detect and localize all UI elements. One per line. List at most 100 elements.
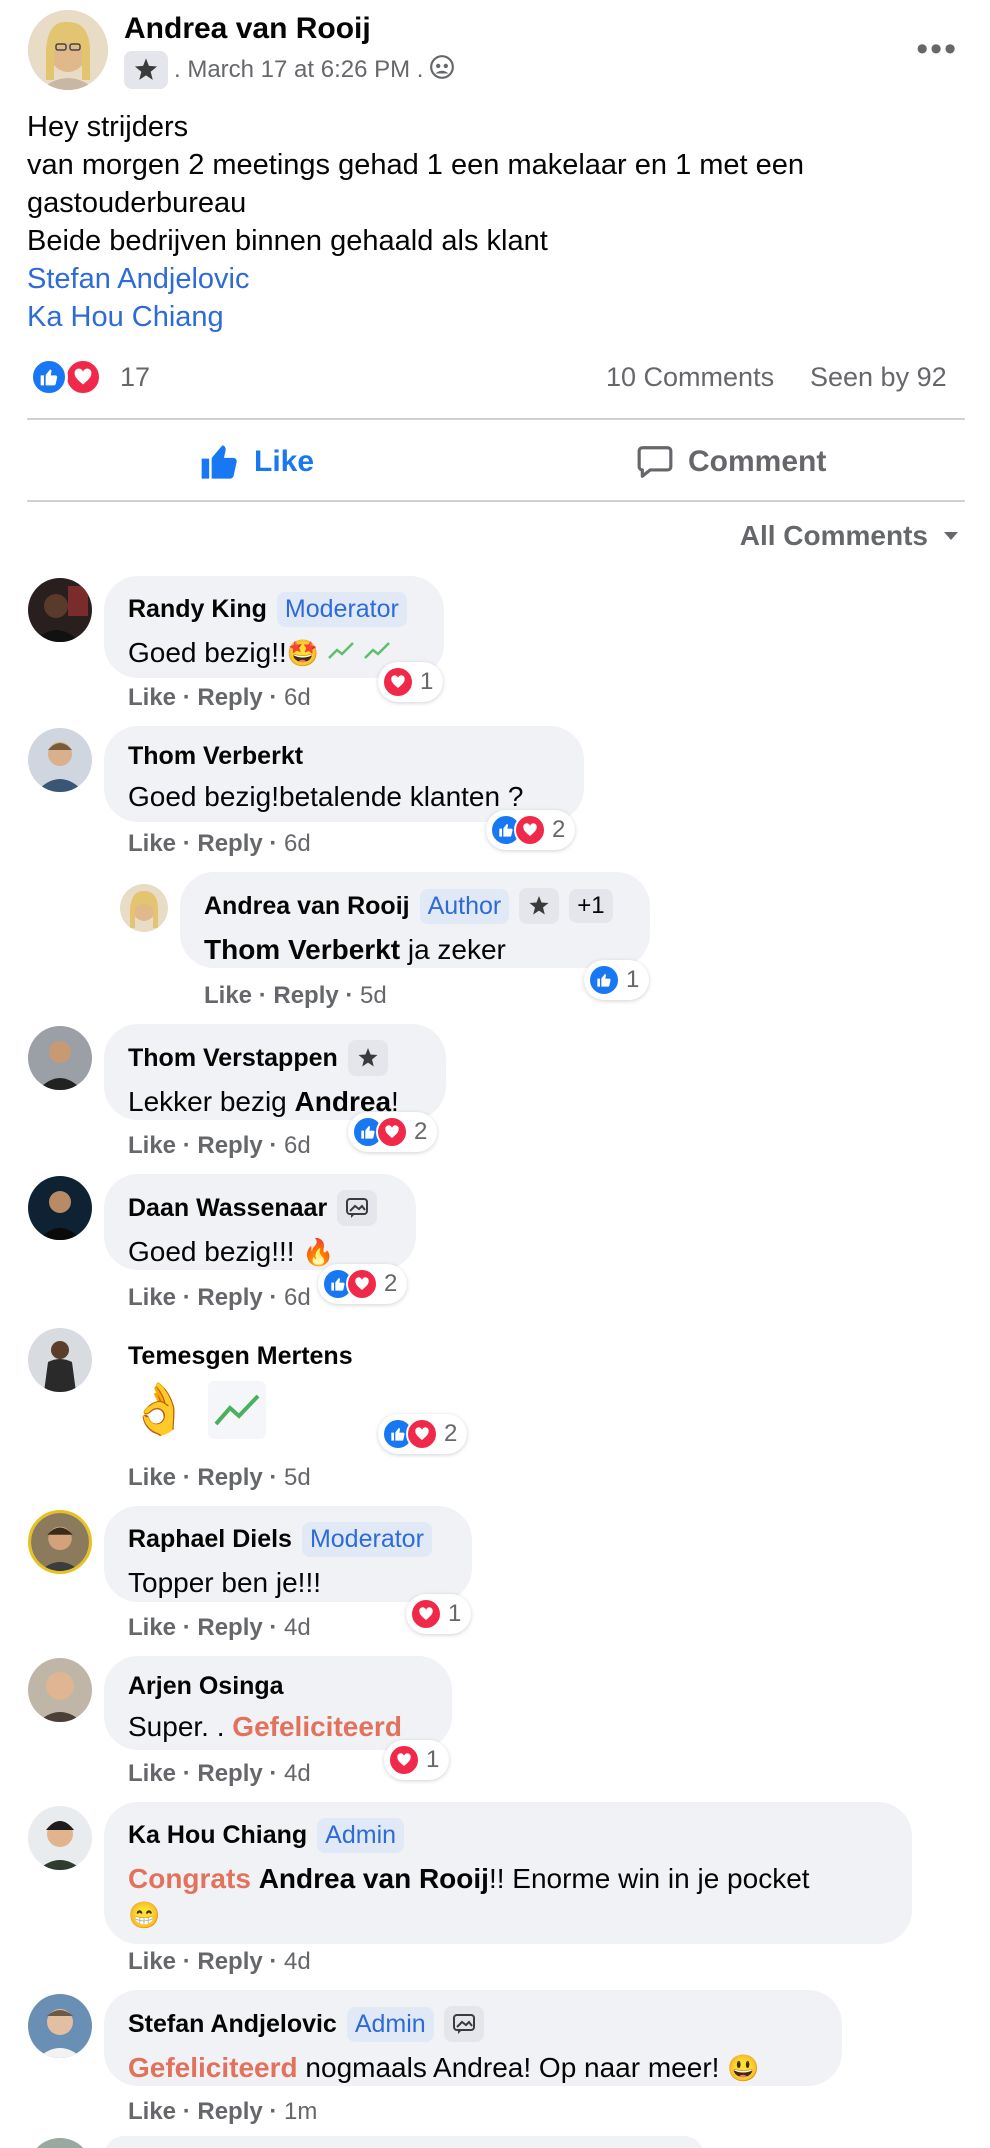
post-mention-link[interactable]: Ka Hou Chiang [27, 298, 957, 336]
comment-header: Arjen Osinga [128, 1672, 284, 1701]
commenter-name[interactable]: Thom Verberkt [128, 742, 303, 771]
post-timestamp[interactable]: . March 17 at 6:26 PM . [174, 56, 423, 84]
comment-reaction-count: 1 [626, 966, 640, 993]
reaction-count[interactable]: 17 [120, 362, 150, 393]
comment-like-link[interactable]: Like [128, 1132, 176, 1159]
comment-time[interactable]: 4d [284, 1614, 311, 1641]
comment-reaction-count: 1 [448, 1600, 462, 1627]
comment-time[interactable]: 5d [284, 1464, 311, 1491]
comment-reactions[interactable]: 1 [378, 662, 444, 702]
comment-bubble: Ka Hou Chiang Admin Congrats Andrea van … [104, 1802, 912, 1944]
comment-reactions[interactable]: 2 [348, 1112, 438, 1152]
commenter-name[interactable]: Arjen Osinga [128, 1672, 284, 1701]
comment-header: Stefan Andjelovic Admin [128, 2006, 484, 2042]
comment-time[interactable]: 4d [284, 1948, 311, 1975]
commenter-avatar[interactable] [28, 1658, 92, 1722]
seen-by-count[interactable]: Seen by 92 [810, 362, 947, 393]
comment-reply-link[interactable]: Reply [273, 982, 338, 1009]
comment-mention[interactable]: Thom Verberkt [204, 934, 400, 965]
commenter-avatar[interactable] [28, 578, 92, 642]
comment-reply-link[interactable]: Reply [197, 1948, 262, 1975]
commenter-name[interactable]: Andrea van Rooij [204, 892, 410, 921]
community-badge-icon[interactable] [124, 51, 168, 89]
commenter-name[interactable]: Raphael Diels [128, 1525, 292, 1554]
commenter-avatar[interactable] [28, 1806, 92, 1870]
post-reactions-summary[interactable]: 17 10 Comments Seen by 92 [30, 356, 964, 400]
comment-reply-link[interactable]: Reply [197, 1132, 262, 1159]
commenter-avatar[interactable] [28, 1994, 92, 2058]
comment-time[interactable]: 5d [360, 982, 387, 1009]
commenter-avatar[interactable] [28, 1510, 92, 1574]
commenter-name[interactable]: Daan Wassenaar [128, 1194, 327, 1223]
comment-actions: Like · Reply · 6d [128, 684, 311, 711]
comment-reply-link[interactable]: Reply [197, 1614, 262, 1641]
comment-reactions[interactable]: 2 [318, 1264, 408, 1304]
comment-time[interactable]: 4d [284, 1760, 311, 1787]
comment-time[interactable]: 6d [284, 830, 311, 857]
comment-like-link[interactable]: Like [128, 684, 176, 711]
post-line: Hey strijders [27, 111, 189, 143]
comment-like-link[interactable]: Like [128, 830, 176, 857]
comment-reactions[interactable]: 2 [486, 810, 576, 850]
comment-reactions[interactable]: 1 [584, 960, 650, 1000]
comment-like-link[interactable]: Like [128, 1464, 176, 1491]
comment-like-link[interactable]: Like [128, 1948, 176, 1975]
commenter-avatar[interactable] [28, 2138, 92, 2148]
comment-reaction-count: 1 [426, 1746, 440, 1773]
grinning-emoji-icon: 😁 [128, 1900, 161, 1930]
comment-reply-link[interactable]: Reply [197, 1760, 262, 1787]
commenter-name[interactable]: Randy King [128, 595, 267, 624]
comment-reactions[interactable]: 1 [384, 1740, 450, 1780]
post-author-name[interactable]: Andrea van Rooij [124, 12, 371, 46]
comment-mention[interactable]: Andrea van Rooij [259, 1863, 489, 1894]
comment-text: Congrats Andrea van Rooij!! Enorme win i… [128, 1861, 888, 1897]
commenter-avatar[interactable] [28, 1176, 92, 1240]
comment-like-link[interactable]: Like [128, 2098, 176, 2125]
comment-like-link[interactable]: Like [204, 982, 252, 1009]
commenter-name[interactable]: Temesgen Mertens [128, 1342, 353, 1371]
comment-reply-link[interactable]: Reply [197, 1284, 262, 1311]
comment-text: Thom Verberkt ja zeker [204, 932, 626, 968]
comments-count[interactable]: 10 Comments [606, 362, 774, 393]
comment-time[interactable]: 1m [284, 2098, 317, 2125]
commenter-avatar[interactable] [28, 1026, 92, 1090]
emoji-comment: 👌 [128, 1380, 267, 1439]
comment-like-link[interactable]: Like [128, 1614, 176, 1641]
more-options-icon[interactable]: ••• [916, 30, 958, 69]
commenter-avatar[interactable] [28, 728, 92, 792]
comment-like-link[interactable]: Like [128, 1760, 176, 1787]
commenter-name[interactable]: Stefan Andjelovic [128, 2010, 337, 2039]
star-struck-emoji-icon: 🤩 [286, 638, 320, 668]
comment-reply-link[interactable]: Reply [197, 830, 262, 857]
like-button[interactable]: Like [200, 422, 314, 502]
comment-time[interactable]: 6d [284, 1132, 311, 1159]
commenter-name[interactable]: Ka Hou Chiang [128, 1821, 307, 1850]
post-line: van morgen 2 meetings gehad 1 een makela… [27, 149, 813, 219]
commenter-avatar[interactable] [28, 1328, 92, 1392]
ok-hand-emoji-icon: 👌 [128, 1381, 191, 1437]
comment-reactions[interactable]: 1 [406, 1594, 472, 1634]
comment-text: Super. . Gefeliciteerd [128, 1709, 428, 1745]
comment-reactions[interactable]: 2 [378, 1414, 468, 1454]
comment-button[interactable]: Comment [636, 422, 826, 502]
comment-button-label: Comment [688, 445, 827, 478]
comment-actions: Like · Reply · 5d [204, 982, 387, 1009]
commenter-avatar[interactable] [120, 884, 168, 932]
extra-badges-count[interactable]: +1 [569, 889, 613, 923]
comment-sort-dropdown[interactable]: All Comments [740, 520, 960, 552]
comment-reply-link[interactable]: Reply [197, 1464, 262, 1491]
comment-time[interactable]: 6d [284, 684, 311, 711]
community-badge-icon [519, 888, 560, 924]
comment-like-link[interactable]: Like [128, 1284, 176, 1311]
comment-text: Goed bezig!betalende klanten ? [128, 781, 524, 812]
comment-reply-link[interactable]: Reply [197, 684, 262, 711]
divider [27, 500, 965, 502]
comment-actions: Like · Reply · 6d [128, 830, 311, 857]
commenter-name[interactable]: Thom Verstappen [128, 1044, 338, 1073]
post-author-avatar[interactable] [28, 10, 108, 90]
comment-time[interactable]: 6d [284, 1284, 311, 1311]
comment-reply-link[interactable]: Reply [197, 2098, 262, 2125]
comment-header: Raphael Diels Moderator [128, 1522, 432, 1557]
post-mention-link[interactable]: Stefan Andjelovic [27, 260, 957, 298]
comment-bubble-icon [637, 446, 673, 478]
